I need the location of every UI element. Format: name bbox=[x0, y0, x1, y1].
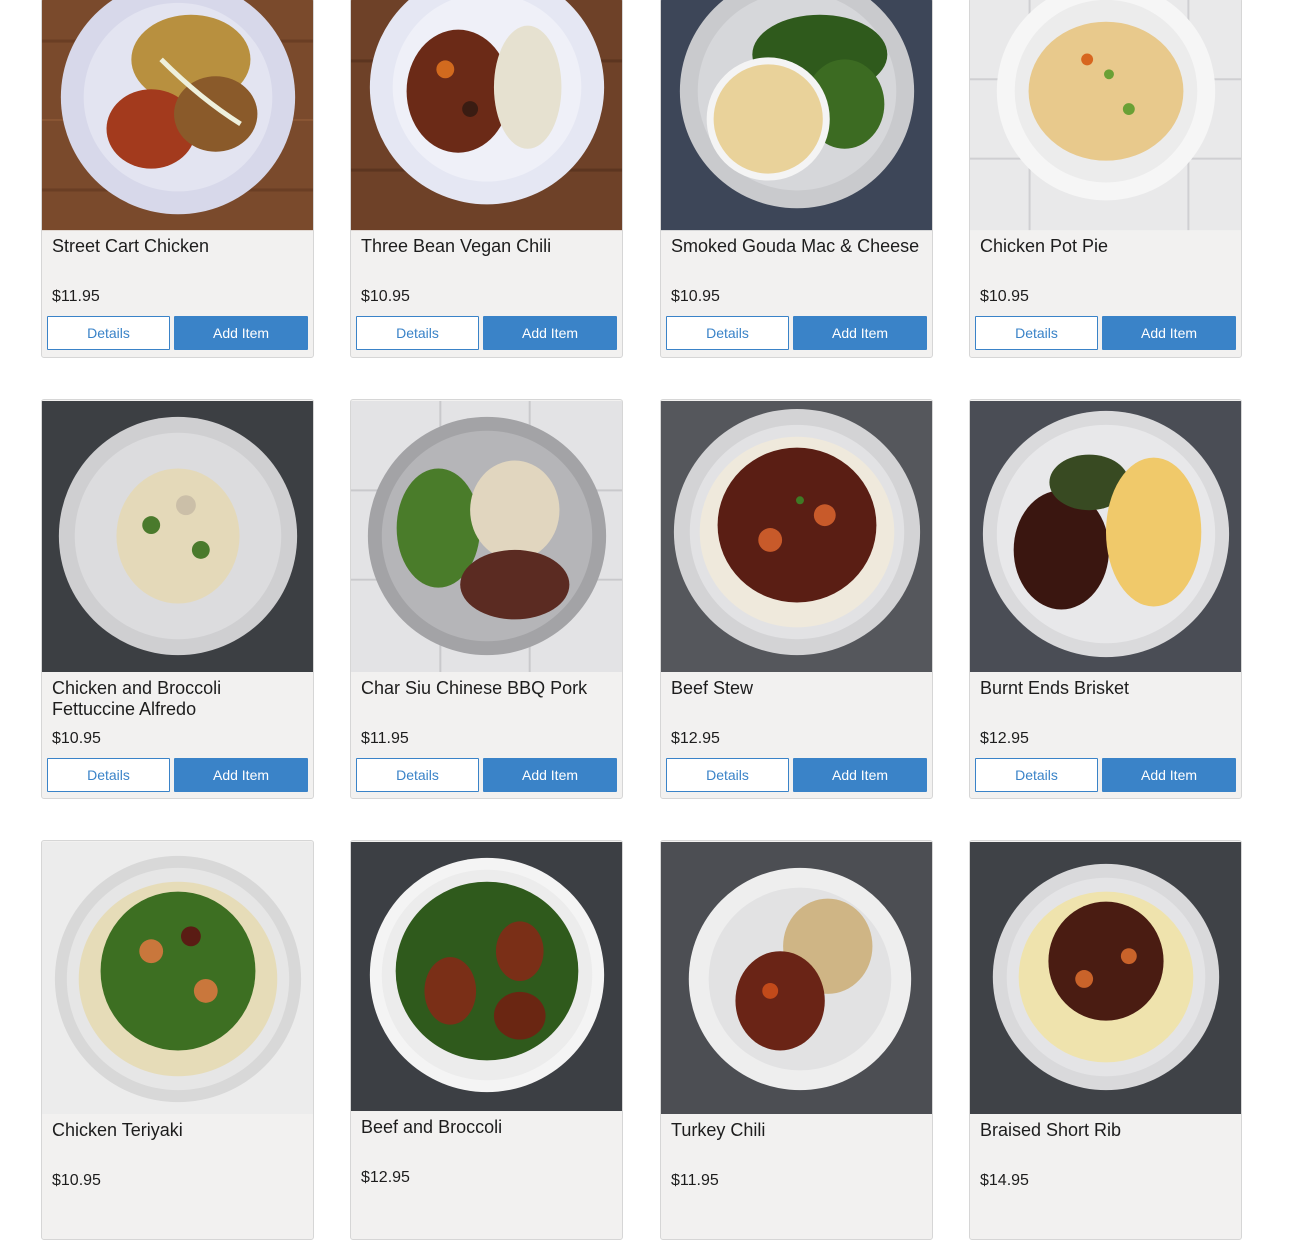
item-name: Burnt Ends Brisket bbox=[980, 678, 1130, 698]
item-name: Char Siu Chinese BBQ Pork bbox=[361, 678, 588, 698]
item-name: Three Bean Vegan Chili bbox=[361, 236, 552, 256]
item-price: $10.95 bbox=[52, 1172, 101, 1189]
menu-card: Chicken Teriyaki $10.95 bbox=[41, 840, 314, 1240]
details-button[interactable]: Details bbox=[666, 758, 789, 792]
details-button[interactable]: Details bbox=[666, 316, 789, 350]
menu-card: Beef Stew $12.95 Details Add Item bbox=[660, 399, 933, 799]
add-item-button[interactable]: Add Item bbox=[483, 316, 617, 350]
plate-pot-pie-icon[interactable] bbox=[970, 0, 1241, 231]
item-name: Beef and Broccoli bbox=[361, 1117, 503, 1137]
item-price: $10.95 bbox=[980, 288, 1029, 305]
item-price: $11.95 bbox=[52, 288, 100, 305]
item-name: Beef Stew bbox=[671, 678, 754, 698]
item-price: $11.95 bbox=[361, 730, 409, 747]
plate-short-rib-icon[interactable] bbox=[970, 841, 1241, 1115]
menu-grid: Street Cart Chicken $11.95 Details Add I… bbox=[0, 0, 1290, 1240]
item-price: $11.95 bbox=[671, 1172, 719, 1189]
item-name: Chicken Teriyaki bbox=[52, 1120, 183, 1140]
item-price: $12.95 bbox=[980, 730, 1029, 747]
menu-card: Smoked Gouda Mac & Cheese $10.95 Details… bbox=[660, 0, 933, 358]
menu-card: Turkey Chili $11.95 bbox=[660, 840, 933, 1240]
menu-card: Braised Short Rib $14.95 bbox=[969, 840, 1242, 1240]
details-button[interactable]: Details bbox=[975, 316, 1098, 350]
add-item-button[interactable]: Add Item bbox=[1102, 758, 1236, 792]
plate-beef-stew-icon[interactable] bbox=[661, 400, 932, 673]
plate-brisket-icon[interactable] bbox=[970, 400, 1241, 673]
menu-card: Street Cart Chicken $11.95 Details Add I… bbox=[41, 0, 314, 358]
plate-turkey-chili-icon[interactable] bbox=[661, 841, 932, 1115]
add-item-button[interactable]: Add Item bbox=[174, 758, 308, 792]
details-button[interactable]: Details bbox=[356, 316, 479, 350]
menu-card: Char Siu Chinese BBQ Pork $11.95 Details… bbox=[350, 399, 623, 799]
plate-mac-broccoli-icon[interactable] bbox=[661, 0, 932, 231]
bowl-beef-broccoli-icon[interactable] bbox=[351, 841, 622, 1112]
item-name: Smoked Gouda Mac & Cheese bbox=[671, 236, 920, 256]
menu-card: Chicken Pot Pie $10.95 Details Add Item bbox=[969, 0, 1242, 358]
add-item-button[interactable]: Add Item bbox=[483, 758, 617, 792]
item-name: Street Cart Chicken bbox=[52, 236, 210, 256]
plate-bbq-pork-icon[interactable] bbox=[351, 400, 622, 673]
item-price: $10.95 bbox=[671, 288, 720, 305]
plate-chili-rice-icon[interactable] bbox=[351, 0, 622, 231]
item-price: $12.95 bbox=[671, 730, 720, 747]
menu-card: Three Bean Vegan Chili $10.95 Details Ad… bbox=[350, 0, 623, 358]
details-button[interactable]: Details bbox=[975, 758, 1098, 792]
add-item-button[interactable]: Add Item bbox=[174, 316, 308, 350]
item-price: $14.95 bbox=[980, 1172, 1029, 1189]
bowl-teriyaki-icon[interactable] bbox=[42, 841, 313, 1115]
details-button[interactable]: Details bbox=[356, 758, 479, 792]
item-price: $12.95 bbox=[361, 1169, 410, 1186]
add-item-button[interactable]: Add Item bbox=[793, 758, 927, 792]
add-item-button[interactable]: Add Item bbox=[1102, 316, 1236, 350]
plate-alfredo-icon[interactable] bbox=[42, 400, 313, 673]
item-name: Chicken Pot Pie bbox=[980, 236, 1109, 256]
item-name: Braised Short Rib bbox=[980, 1120, 1122, 1140]
item-price: $10.95 bbox=[361, 288, 410, 305]
item-name: Turkey Chili bbox=[671, 1120, 766, 1140]
item-name: Chicken and Broccoli Fettuccine Alfredo bbox=[52, 678, 222, 719]
menu-card: Burnt Ends Brisket $12.95 Details Add It… bbox=[969, 399, 1242, 799]
plate-chicken-rice-icon[interactable] bbox=[42, 0, 313, 231]
menu-card: Beef and Broccoli $12.95 bbox=[350, 840, 623, 1240]
add-item-button[interactable]: Add Item bbox=[793, 316, 927, 350]
details-button[interactable]: Details bbox=[47, 316, 170, 350]
details-button[interactable]: Details bbox=[47, 758, 170, 792]
menu-card: Chicken and Broccoli Fettuccine Alfredo … bbox=[41, 399, 314, 799]
item-price: $10.95 bbox=[52, 730, 101, 747]
